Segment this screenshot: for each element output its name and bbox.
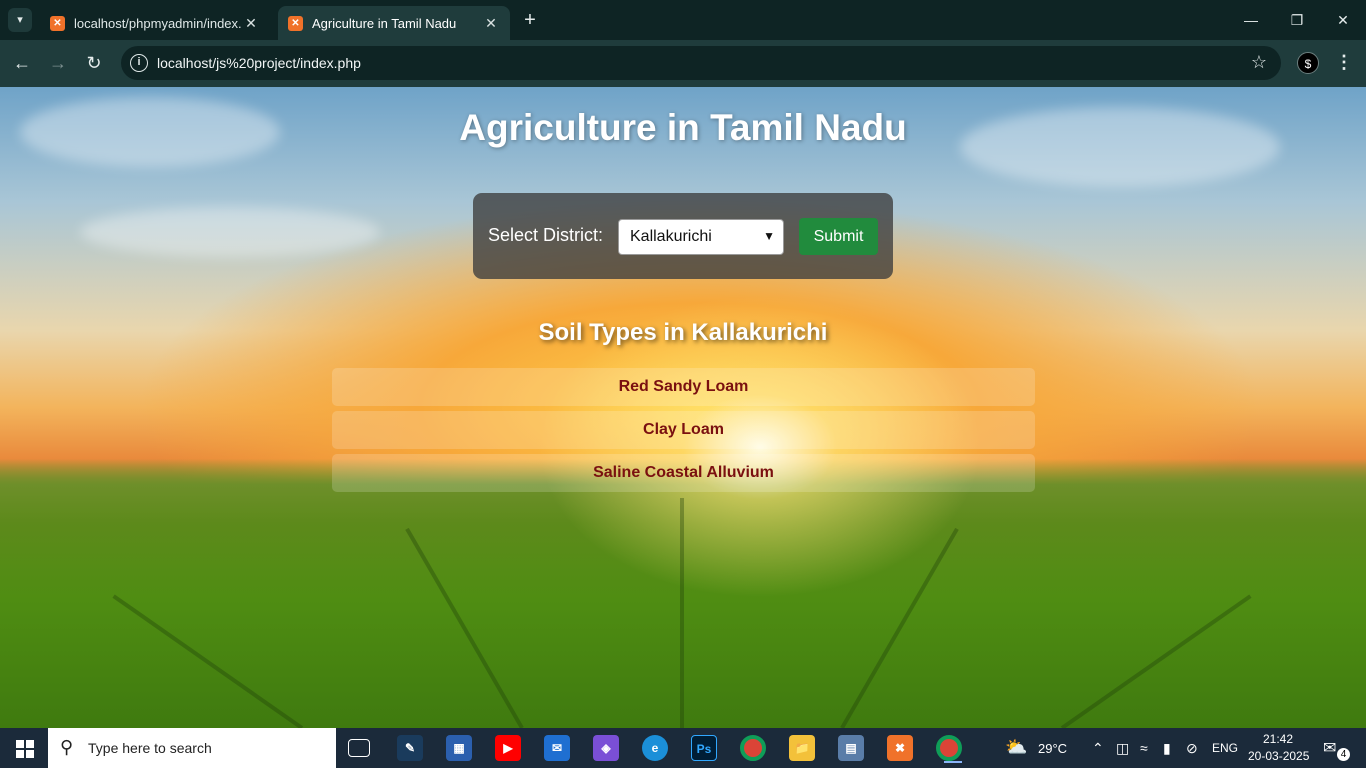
- submit-button[interactable]: Submit: [799, 218, 878, 255]
- chrome-profile-icon[interactable]: [936, 735, 962, 763]
- search-placeholder: Type here to search: [88, 740, 212, 756]
- close-tab-icon[interactable]: ✕: [242, 15, 260, 32]
- forward-icon[interactable]: →: [46, 51, 70, 75]
- notification-count: 4: [1337, 748, 1350, 761]
- chrome-icon[interactable]: [740, 735, 766, 761]
- windows-start-icon[interactable]: [0, 728, 48, 768]
- soil-type-item: Saline Coastal Alluvium: [332, 454, 1035, 492]
- task-view-icon[interactable]: [348, 739, 370, 757]
- url-text[interactable]: localhost/js%20project/index.php: [157, 55, 361, 71]
- network-app-icon[interactable]: ▤: [838, 735, 864, 761]
- photoshop-icon[interactable]: Ps: [691, 735, 717, 761]
- tab-title: localhost/phpmyadmin/index.p: [74, 15, 242, 31]
- xampp-favicon-icon: ✕: [288, 15, 303, 31]
- volume-muted-icon[interactable]: ⊘: [1186, 740, 1198, 757]
- extension-icon[interactable]: $: [1297, 52, 1319, 74]
- search-icon: ⚲: [60, 737, 74, 757]
- restore-button[interactable]: ❐: [1274, 0, 1320, 40]
- page-viewport: Agriculture in Tamil Nadu Select Distric…: [0, 87, 1366, 728]
- m365-icon[interactable]: ◈: [593, 735, 619, 761]
- chevron-down-icon: ▼: [763, 229, 775, 243]
- soil-type-list: Red Sandy Loam Clay Loam Saline Coastal …: [332, 368, 1035, 497]
- edge-icon[interactable]: e: [642, 735, 668, 761]
- xampp-favicon-icon: ✕: [50, 15, 65, 31]
- language-indicator[interactable]: ENG: [1212, 741, 1238, 755]
- youtube-icon[interactable]: ▶: [495, 735, 521, 761]
- minimize-button[interactable]: —: [1228, 0, 1274, 40]
- clock-time[interactable]: 21:42: [1263, 732, 1293, 746]
- browser-menu-icon[interactable]: ⋮: [1334, 51, 1354, 73]
- district-select[interactable]: Kallakurichi ▼: [618, 219, 784, 255]
- notification-icon[interactable]: ✉: [1323, 738, 1336, 758]
- browser-toolbar: ← → ↻ i localhost/js%20project/index.php…: [0, 40, 1366, 87]
- windows-taskbar: ⚲ Type here to search ✎ ▦ ▶ ✉ ◈ e Ps 📁 ▤…: [0, 728, 1366, 768]
- pen-app-icon[interactable]: ✎: [397, 735, 423, 761]
- field-furrow: [112, 594, 304, 728]
- tab-title: Agriculture in Tamil Nadu: [312, 15, 457, 31]
- soil-type-item: Red Sandy Loam: [332, 368, 1035, 406]
- mail-icon[interactable]: ✉: [544, 735, 570, 761]
- bookmark-star-icon[interactable]: ☆: [1251, 52, 1267, 73]
- xampp-icon[interactable]: ✖: [887, 735, 913, 761]
- close-window-button[interactable]: ✕: [1320, 0, 1366, 40]
- browser-tab-bar: ▾ ✕ localhost/phpmyadmin/index.p ✕ ✕ Agr…: [0, 0, 1366, 40]
- wifi-icon[interactable]: ≈: [1140, 740, 1148, 756]
- soil-type-item: Clay Loam: [332, 411, 1035, 449]
- page-title: Agriculture in Tamil Nadu: [459, 107, 907, 148]
- tab-phpmyadmin[interactable]: ✕ localhost/phpmyadmin/index.p ✕: [40, 6, 270, 40]
- tab-agriculture[interactable]: ✕ Agriculture in Tamil Nadu ✕: [278, 6, 510, 40]
- reload-icon[interactable]: ↻: [82, 51, 106, 75]
- meet-icon[interactable]: ◫: [1116, 740, 1129, 757]
- weather-temp[interactable]: 29°C: [1038, 741, 1067, 756]
- field-furrow: [1060, 594, 1252, 728]
- field-furrow: [405, 527, 524, 728]
- clock-date[interactable]: 20-03-2025: [1248, 749, 1309, 763]
- file-explorer-icon[interactable]: 📁: [789, 735, 815, 761]
- chevron-up-icon[interactable]: ⌃: [1092, 740, 1104, 757]
- background-cloud: [80, 207, 380, 257]
- district-label: Select District:: [488, 225, 604, 245]
- tab-search-icon[interactable]: ▾: [8, 8, 32, 32]
- field-furrow: [840, 527, 959, 728]
- field-furrow: [680, 498, 684, 728]
- weather-icon[interactable]: ⛅: [1005, 737, 1027, 758]
- district-form: Select District: Kallakurichi ▼ Submit: [473, 193, 893, 279]
- taskbar-search-input[interactable]: ⚲ Type here to search: [48, 728, 336, 768]
- close-tab-icon[interactable]: ✕: [482, 15, 500, 32]
- site-info-icon[interactable]: i: [130, 54, 148, 72]
- battery-icon[interactable]: ▮: [1163, 740, 1171, 757]
- district-select-value: Kallakurichi: [630, 228, 712, 245]
- back-icon[interactable]: ←: [10, 51, 34, 75]
- soil-types-heading: Soil Types in Kallakurichi: [538, 319, 828, 346]
- store-icon[interactable]: ▦: [446, 735, 472, 761]
- new-tab-button[interactable]: +: [518, 9, 542, 33]
- address-bar[interactable]: i localhost/js%20project/index.php ☆: [121, 46, 1281, 80]
